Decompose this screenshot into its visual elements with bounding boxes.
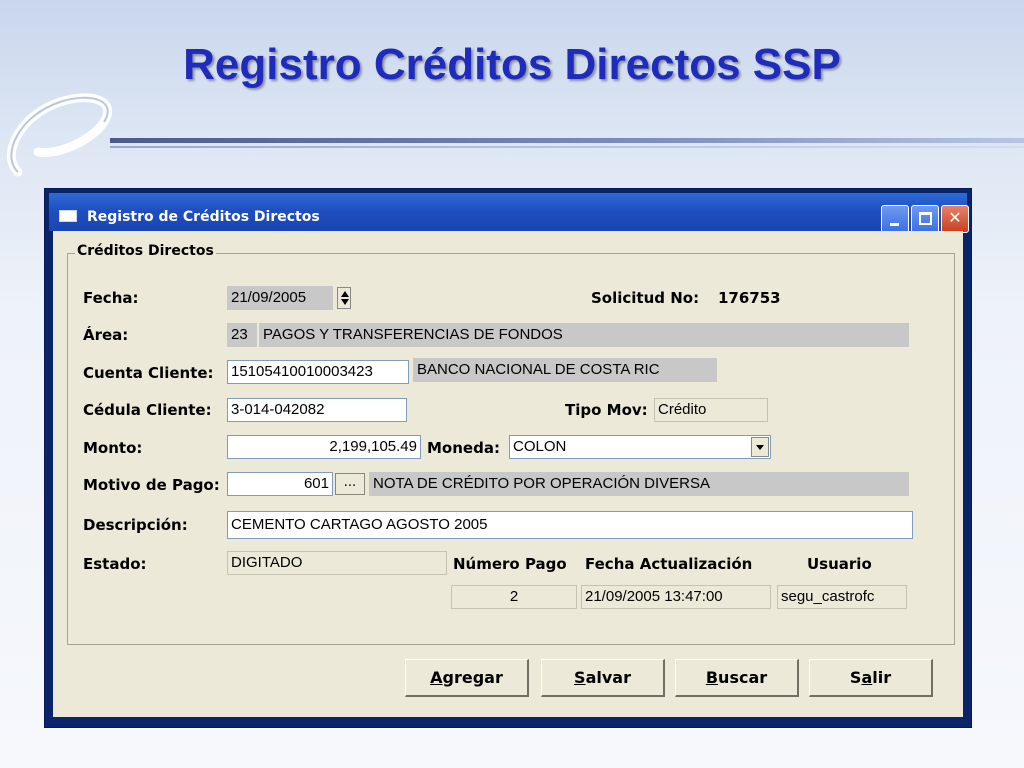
window-icon bbox=[59, 210, 77, 222]
title-rule-secondary bbox=[110, 146, 1024, 148]
cedula-label: Cédula Cliente: bbox=[83, 401, 212, 419]
fecha-field[interactable]: 21/09/2005 bbox=[227, 286, 333, 310]
fecha-label: Fecha: bbox=[83, 289, 139, 307]
descripcion-input[interactable]: CEMENTO CARTAGO AGOSTO 2005 bbox=[227, 511, 913, 539]
tipo-mov-label: Tipo Mov: bbox=[565, 401, 648, 419]
swoosh-logo-icon bbox=[6, 93, 113, 177]
salvar-mnemonic: S bbox=[574, 668, 586, 687]
salvar-button[interactable]: Salvar bbox=[541, 659, 665, 697]
motivo-desc-field[interactable]: NOTA DE CRÉDITO POR OPERACIÓN DIVERSA bbox=[369, 472, 909, 496]
cedula-input[interactable]: 3-014-042082 bbox=[227, 398, 407, 422]
fecha-actualizacion-field[interactable]: 21/09/2005 13:47:00 bbox=[581, 585, 771, 609]
motivo-lookup-button[interactable]: ... bbox=[335, 473, 365, 495]
estado-label: Estado: bbox=[83, 555, 147, 573]
minimize-icon bbox=[890, 223, 899, 226]
salir-label: lir bbox=[872, 668, 892, 687]
salvar-label: alvar bbox=[585, 668, 631, 687]
chevron-down-icon[interactable] bbox=[751, 437, 769, 457]
agregar-button[interactable]: Agregar bbox=[405, 659, 529, 697]
motivo-label: Motivo de Pago: bbox=[83, 476, 220, 494]
buscar-mnemonic: B bbox=[705, 668, 719, 687]
cuenta-label: Cuenta Cliente: bbox=[83, 364, 214, 382]
minimize-button[interactable] bbox=[881, 205, 909, 233]
agregar-mnemonic: A bbox=[430, 668, 443, 687]
moneda-select[interactable]: COLON bbox=[509, 435, 771, 459]
solicitud-label: Solicitud No: bbox=[591, 289, 700, 307]
area-name-field[interactable]: PAGOS Y TRANSFERENCIAS DE FONDOS bbox=[259, 323, 909, 347]
registro-window: Registro de Créditos Directos ✕ Créditos… bbox=[44, 188, 972, 728]
estado-field[interactable]: DIGITADO bbox=[227, 551, 447, 575]
maximize-button[interactable] bbox=[911, 205, 939, 233]
area-label: Área: bbox=[83, 326, 129, 344]
fecha-actualizacion-label: Fecha Actualización bbox=[585, 555, 753, 573]
close-icon: ✕ bbox=[948, 210, 962, 227]
group-title: Créditos Directos bbox=[75, 243, 216, 259]
monto-label: Monto: bbox=[83, 439, 143, 457]
monto-input[interactable]: 2,199,105.49 bbox=[227, 435, 421, 459]
maximize-icon bbox=[919, 212, 932, 225]
window-title: Registro de Créditos Directos bbox=[87, 209, 320, 225]
buscar-button[interactable]: Buscar bbox=[675, 659, 799, 697]
numero-pago-label: Número Pago bbox=[453, 555, 567, 573]
window-client: Créditos Directos Fecha: 21/09/2005 Soli… bbox=[53, 231, 963, 717]
cuenta-input[interactable]: 15105410010003423 bbox=[227, 360, 409, 384]
descripcion-label: Descripción: bbox=[83, 516, 188, 534]
motivo-code-input[interactable]: 601 bbox=[227, 472, 333, 496]
numero-pago-field[interactable]: 2 bbox=[451, 585, 577, 609]
slide-title: Registro Créditos Directos SSP bbox=[183, 40, 841, 89]
salir-mnemonic: a bbox=[861, 668, 873, 687]
tipo-mov-field[interactable]: Crédito bbox=[654, 398, 768, 422]
buscar-label: uscar bbox=[718, 668, 768, 687]
usuario-label: Usuario bbox=[807, 555, 872, 573]
close-button[interactable]: ✕ bbox=[941, 205, 969, 233]
area-code-field[interactable]: 23 bbox=[227, 323, 257, 347]
banco-field[interactable]: BANCO NACIONAL DE COSTA RIC bbox=[413, 358, 717, 382]
salir-button[interactable]: Salir bbox=[809, 659, 933, 697]
agregar-label: gregar bbox=[442, 668, 503, 687]
window-titlebar[interactable]: Registro de Créditos Directos ✕ bbox=[49, 193, 969, 233]
moneda-label: Moneda: bbox=[427, 439, 500, 457]
solicitud-value: 176753 bbox=[718, 289, 781, 307]
fecha-spinner[interactable] bbox=[337, 287, 351, 309]
usuario-field[interactable]: segu_castrofc bbox=[777, 585, 907, 609]
salir-label-pre: S bbox=[849, 668, 862, 687]
title-rule bbox=[110, 138, 1024, 143]
